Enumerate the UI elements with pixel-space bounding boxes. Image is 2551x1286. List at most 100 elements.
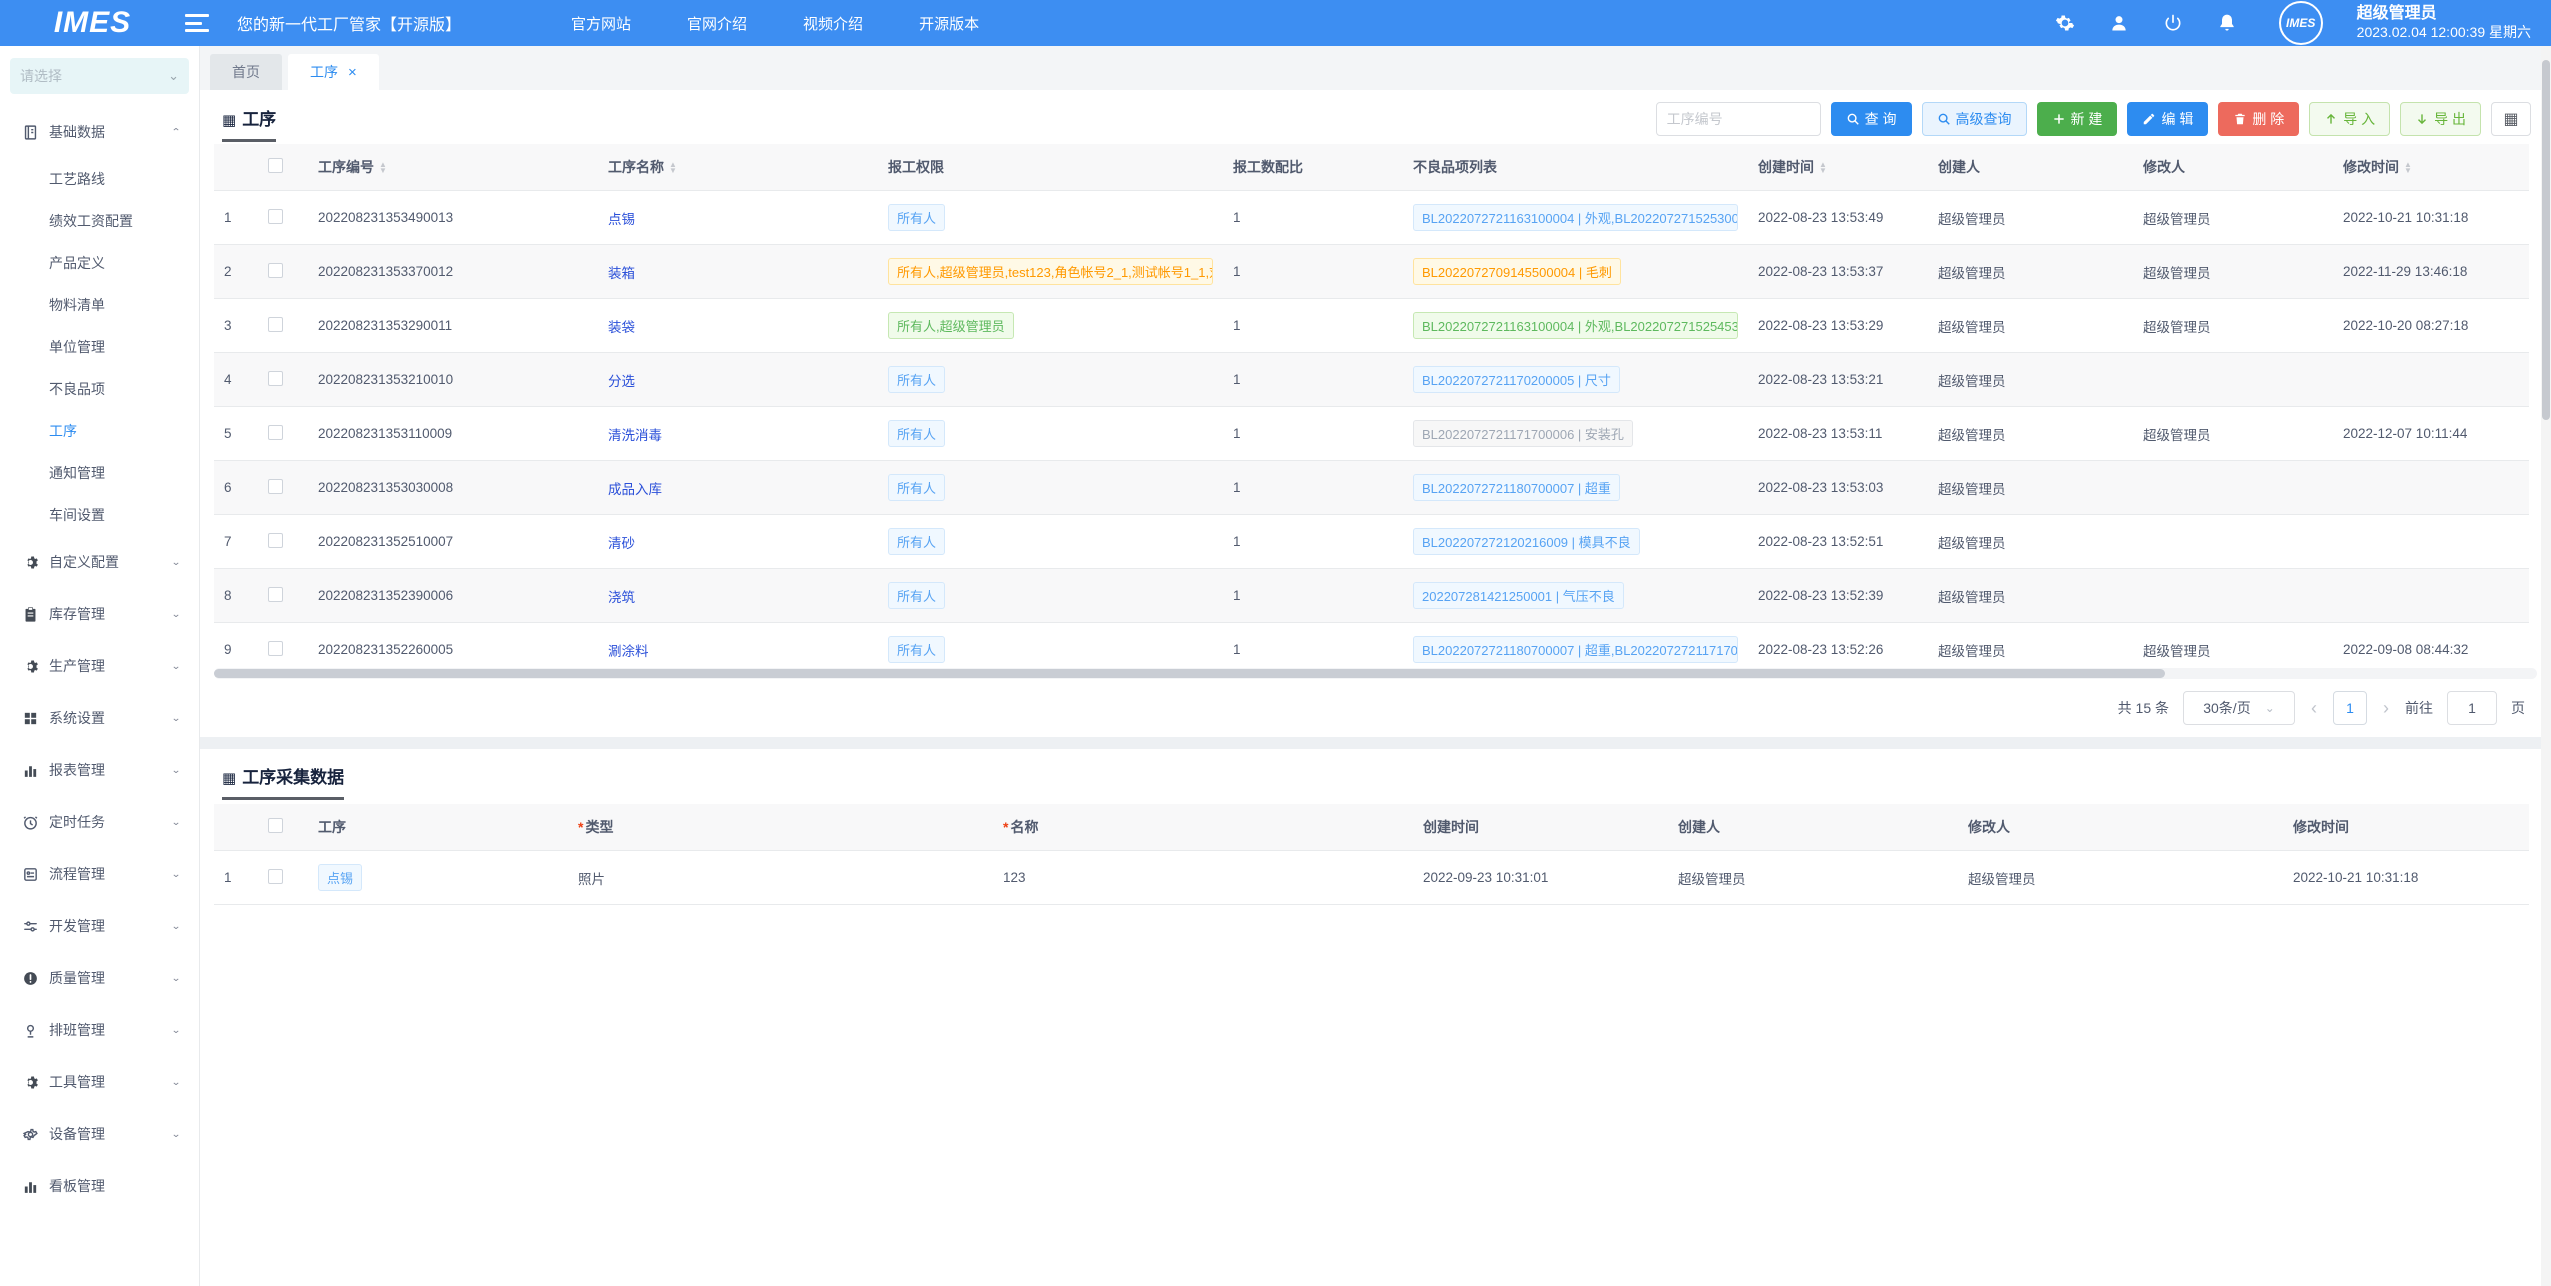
column-header-label: 名称 bbox=[1010, 819, 1038, 835]
column-header-label: 不良品项列表 bbox=[1413, 159, 1497, 175]
import-button[interactable]: 导 入 bbox=[2309, 102, 2390, 136]
sidebar-group-基础数据[interactable]: 基础数据⌃ bbox=[0, 106, 199, 158]
process-name-link[interactable]: 涮涂料 bbox=[608, 644, 649, 659]
sidebar-group-看板管理[interactable]: 看板管理 bbox=[0, 1160, 199, 1212]
process-name-link[interactable]: 浇筑 bbox=[608, 590, 635, 605]
cell-process-name: 装箱 bbox=[598, 245, 878, 299]
cell-report-permission: 所有人 bbox=[878, 191, 1223, 245]
navbar-link[interactable]: 官网介绍 bbox=[687, 13, 747, 34]
chevron-down-icon: ⌄ bbox=[2265, 701, 2275, 715]
goto-page-input[interactable] bbox=[2447, 691, 2497, 725]
tab-首页[interactable]: 首页 bbox=[210, 54, 282, 90]
column-header-修改时间: 修改时间 bbox=[2283, 804, 2529, 851]
checkbox[interactable] bbox=[268, 158, 283, 173]
sidebar-group-工具管理[interactable]: 工具管理⌄ bbox=[0, 1056, 199, 1108]
process-name-link[interactable]: 清洗消毒 bbox=[608, 428, 662, 443]
cell-creator: 超级管理员 bbox=[1928, 353, 2133, 407]
column-header-工序名称[interactable]: 工序名称▲▼ bbox=[598, 144, 878, 191]
checkbox[interactable] bbox=[268, 263, 283, 278]
sidebar-item-不良品项[interactable]: 不良品项 bbox=[0, 368, 199, 410]
settings-icon[interactable] bbox=[2055, 13, 2075, 33]
sidebar-group-库存管理[interactable]: 库存管理⌄ bbox=[0, 588, 199, 640]
create-button[interactable]: 新 建 bbox=[2037, 102, 2118, 136]
sidebar-group-设备管理[interactable]: 设备管理⌄ bbox=[0, 1108, 199, 1160]
checkbox[interactable] bbox=[268, 869, 283, 884]
horizontal-scrollbar-thumb[interactable] bbox=[214, 669, 2165, 678]
navbar-link[interactable]: 开源版本 bbox=[919, 13, 979, 34]
page-size-select[interactable]: 30条/页⌄ bbox=[2183, 691, 2295, 725]
sort-icon[interactable]: ▲▼ bbox=[2404, 162, 2412, 174]
sidebar-item-绩效工资配置[interactable]: 绩效工资配置 bbox=[0, 200, 199, 242]
sort-icon[interactable]: ▲▼ bbox=[379, 162, 387, 174]
current-page-button[interactable]: 1 bbox=[2333, 691, 2367, 725]
prev-page-button[interactable]: ‹ bbox=[2309, 698, 2319, 719]
row-select bbox=[258, 191, 308, 245]
collect-section: ▦工序采集数据 工序*类型*名称创建时间创建人修改人修改时间1点锡照片12320… bbox=[200, 749, 2551, 1286]
defect-tag: BL2022072721163100004 | 外观,BL20220727152… bbox=[1413, 312, 1738, 339]
user-icon[interactable] bbox=[2109, 13, 2129, 33]
columns-grid-icon[interactable]: ▦ bbox=[2491, 102, 2531, 136]
sidebar-item-产品定义[interactable]: 产品定义 bbox=[0, 242, 199, 284]
close-icon[interactable]: × bbox=[348, 64, 357, 81]
sidebar-item-物料清单[interactable]: 物料清单 bbox=[0, 284, 199, 326]
checkbox[interactable] bbox=[268, 425, 283, 440]
column-header-修改时间[interactable]: 修改时间▲▼ bbox=[2333, 144, 2529, 191]
bell-icon[interactable] bbox=[2217, 13, 2237, 33]
process-name-link[interactable]: 清砂 bbox=[608, 536, 635, 551]
user-avatar[interactable]: IMES bbox=[2279, 1, 2323, 45]
sort-icon[interactable]: ▲▼ bbox=[1819, 162, 1827, 174]
next-page-button[interactable]: › bbox=[2381, 698, 2391, 719]
checkbox[interactable] bbox=[268, 371, 283, 386]
checkbox[interactable] bbox=[268, 818, 283, 833]
sidebar-group-开发管理[interactable]: 开发管理⌄ bbox=[0, 900, 199, 952]
sidebar-item-单位管理[interactable]: 单位管理 bbox=[0, 326, 199, 368]
sidebar-group-定时任务[interactable]: 定时任务⌄ bbox=[0, 796, 199, 848]
select-all-header[interactable] bbox=[258, 804, 308, 851]
checkbox[interactable] bbox=[268, 641, 283, 656]
process-name-link[interactable]: 成品入库 bbox=[608, 482, 662, 497]
checkbox[interactable] bbox=[268, 479, 283, 494]
sidebar-group-系统设置[interactable]: 系统设置⌄ bbox=[0, 692, 199, 744]
tab-工序[interactable]: 工序× bbox=[288, 54, 379, 90]
sidebar-item-工艺路线[interactable]: 工艺路线 bbox=[0, 158, 199, 200]
checkbox[interactable] bbox=[268, 209, 283, 224]
sidebar-group-生产管理[interactable]: 生产管理⌄ bbox=[0, 640, 199, 692]
checkbox[interactable] bbox=[268, 317, 283, 332]
checkbox[interactable] bbox=[268, 533, 283, 548]
sidebar-item-工序[interactable]: 工序 bbox=[0, 410, 199, 452]
process-name-link[interactable]: 点锡 bbox=[608, 212, 635, 227]
permission-tag: 所有人 bbox=[888, 366, 945, 393]
menu-toggle-icon[interactable] bbox=[185, 14, 209, 32]
query-button[interactable]: 查 询 bbox=[1831, 102, 1912, 136]
sidebar-item-通知管理[interactable]: 通知管理 bbox=[0, 452, 199, 494]
cell-modified-at bbox=[2333, 353, 2529, 407]
sort-icon[interactable]: ▲▼ bbox=[669, 162, 677, 174]
navbar-link[interactable]: 官方网站 bbox=[571, 13, 631, 34]
process-code-search-input[interactable] bbox=[1656, 102, 1821, 136]
process-name-link[interactable]: 分选 bbox=[608, 374, 635, 389]
delete-button[interactable]: 删 除 bbox=[2218, 102, 2299, 136]
select-all-header[interactable] bbox=[258, 144, 308, 191]
edit-button[interactable]: 编 辑 bbox=[2127, 102, 2208, 136]
sidebar-group-流程管理[interactable]: 流程管理⌄ bbox=[0, 848, 199, 900]
process-name-link[interactable]: 装袋 bbox=[608, 320, 635, 335]
person-icon bbox=[22, 1022, 39, 1039]
sidebar-group-质量管理[interactable]: 质量管理⌄ bbox=[0, 952, 199, 1004]
power-icon[interactable] bbox=[2163, 13, 2183, 33]
sidebar-group-报表管理[interactable]: 报表管理⌄ bbox=[0, 744, 199, 796]
required-asterisk: * bbox=[1003, 819, 1008, 835]
sidebar-filter-select[interactable]: 请选择 ⌄ bbox=[10, 58, 189, 94]
sidebar-group-排班管理[interactable]: 排班管理⌄ bbox=[0, 1004, 199, 1056]
window-scrollbar-thumb[interactable] bbox=[2542, 60, 2550, 420]
cell-modifier: 超级管理员 bbox=[2133, 245, 2333, 299]
cell-process-code: 202208231352260005 bbox=[308, 623, 598, 667]
process-name-link[interactable]: 装箱 bbox=[608, 266, 635, 281]
export-button[interactable]: 导 出 bbox=[2400, 102, 2481, 136]
advanced-query-button[interactable]: 高级查询 bbox=[1922, 102, 2027, 136]
navbar-link[interactable]: 视频介绍 bbox=[803, 13, 863, 34]
column-header-工序编号[interactable]: 工序编号▲▼ bbox=[308, 144, 598, 191]
sidebar-group-自定义配置[interactable]: 自定义配置⌄ bbox=[0, 536, 199, 588]
column-header-创建时间[interactable]: 创建时间▲▼ bbox=[1748, 144, 1928, 191]
checkbox[interactable] bbox=[268, 587, 283, 602]
sidebar-item-车间设置[interactable]: 车间设置 bbox=[0, 494, 199, 536]
